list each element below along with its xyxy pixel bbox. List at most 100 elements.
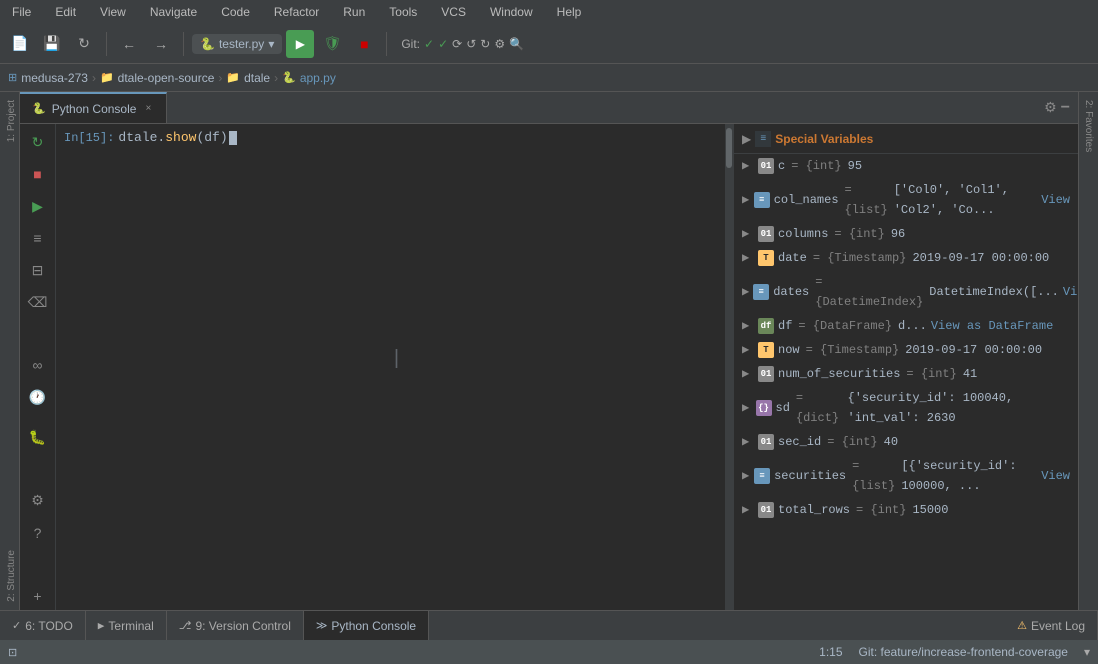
minimize-icon[interactable]: −: [1061, 100, 1070, 116]
panel-label-favorites[interactable]: 2: Favorites: [1081, 92, 1096, 160]
back-button[interactable]: ←: [115, 30, 143, 58]
git-update-icon[interactable]: ⟳: [452, 37, 462, 51]
expand-icon[interactable]: ▶: [742, 432, 754, 452]
menu-view[interactable]: View: [96, 3, 130, 21]
terminal-tab[interactable]: ▶ Terminal: [86, 611, 167, 640]
python-console-tab[interactable]: 🐍 Python Console ×: [20, 92, 167, 123]
run-config-selector[interactable]: 🐍 tester.py ▾: [192, 34, 282, 54]
var-type-icon: ≡: [754, 192, 770, 208]
refresh-button[interactable]: ↻: [70, 30, 98, 58]
menu-file[interactable]: File: [8, 3, 35, 21]
expand-icon[interactable]: ▶: [742, 190, 750, 210]
save-button[interactable]: 💾: [38, 30, 66, 58]
menu-tools[interactable]: Tools: [385, 3, 421, 21]
settings2-button[interactable]: ⚙: [24, 487, 52, 515]
lf-indicator: ⊡: [8, 646, 17, 659]
expand-icon[interactable]: ▶: [742, 466, 750, 486]
git-check-icon-1[interactable]: ✓: [424, 37, 434, 51]
breadcrumb-file[interactable]: app.py: [300, 71, 336, 85]
run-console-button[interactable]: ▶: [24, 192, 52, 220]
var-value: 41: [963, 364, 977, 384]
breadcrumb-sep-3: ›: [274, 71, 278, 85]
view-variable-link[interactable]: View: [1041, 190, 1070, 210]
expand-icon[interactable]: ▶: [742, 364, 754, 384]
menu-vcs[interactable]: VCS: [437, 3, 470, 21]
stop-button[interactable]: ■: [350, 30, 378, 58]
code-prefix: dtale.: [118, 128, 165, 148]
menu-navigate[interactable]: Navigate: [146, 3, 201, 21]
warning-icon: ⚠: [1017, 619, 1027, 632]
run-button[interactable]: ▶: [286, 30, 314, 58]
variable-row: ▶ ≡ securities = {list} [{'security_id':…: [734, 454, 1078, 498]
panel-label-project[interactable]: 1: Project: [0, 92, 19, 150]
view-variable-link[interactable]: View as DataFrame: [931, 316, 1053, 336]
console-icon-bar: ↻ ■ ▶ ≡ ⊟ ⌫ ∞ 🕐 🐛 ⚙ ? +: [20, 124, 56, 610]
show-vars-button[interactable]: ≡: [24, 224, 52, 252]
add-button[interactable]: +: [24, 582, 52, 610]
time-button[interactable]: 🕐: [24, 383, 52, 411]
menu-code[interactable]: Code: [217, 3, 254, 21]
var-type-label: = {dict}: [796, 388, 842, 428]
scrollbar-thumb[interactable]: [726, 128, 732, 168]
git-settings-icon[interactable]: ⚙: [494, 37, 505, 51]
expand-icon[interactable]: ▶: [742, 398, 752, 418]
menu-refactor[interactable]: Refactor: [270, 3, 323, 21]
variable-row: ▶ 01 c = {int} 95: [734, 154, 1078, 178]
new-file-button[interactable]: 📄: [6, 30, 34, 58]
help-button[interactable]: ?: [24, 519, 52, 547]
view-variable-link[interactable]: View: [1063, 282, 1078, 302]
tab-close-button[interactable]: ×: [142, 102, 154, 115]
git-check-icon-2[interactable]: ✓: [438, 37, 448, 51]
event-log-tab[interactable]: ⚠ Event Log: [1005, 611, 1098, 640]
variables-panel: ▶ ≡ Special Variables ▶ 01 c = {int} 95 …: [733, 124, 1078, 610]
i-beam-cursor: |: [391, 348, 403, 371]
breadcrumb-folder-2[interactable]: dtale: [244, 71, 270, 85]
var-name: total_rows: [778, 500, 850, 520]
var-name: c: [778, 156, 785, 176]
git-redo-icon[interactable]: ↻: [480, 37, 490, 51]
branch-dropdown-icon[interactable]: ▾: [1084, 645, 1090, 659]
git-branch[interactable]: Git: feature/increase-frontend-coverage: [859, 645, 1068, 659]
breadcrumb-server[interactable]: medusa-273: [21, 71, 88, 85]
todo-tab[interactable]: ✓ 6: TODO: [0, 611, 86, 640]
restart-console-button[interactable]: ↻: [24, 128, 52, 156]
git-search-icon[interactable]: 🔍: [509, 37, 524, 51]
git-undo-icon[interactable]: ↺: [466, 37, 476, 51]
infinity-button[interactable]: ∞: [24, 351, 52, 379]
tab-settings-area: ⚙ −: [1044, 99, 1078, 116]
var-type-icon: df: [758, 318, 774, 334]
expand-icon[interactable]: ▶: [742, 340, 754, 360]
event-log-label: Event Log: [1031, 619, 1085, 633]
expand-icon[interactable]: ▶: [742, 248, 754, 268]
settings-icon[interactable]: ⚙: [1044, 99, 1057, 116]
expand-icon[interactable]: ▶: [742, 282, 749, 302]
expand-icon[interactable]: ▶: [742, 500, 754, 520]
panel-label-structure[interactable]: 2: Structure: [0, 542, 19, 610]
expand-all-icon[interactable]: ▶: [742, 132, 751, 146]
stop-console-button[interactable]: ■: [24, 160, 52, 188]
var-name: num_of_securities: [778, 364, 900, 384]
expand-icon[interactable]: ▶: [742, 316, 754, 336]
clear-button[interactable]: ⌫: [24, 288, 52, 316]
toolbar-separator-2: [183, 32, 184, 56]
history-button[interactable]: ⊟: [24, 256, 52, 284]
menu-edit[interactable]: Edit: [51, 3, 80, 21]
expand-icon[interactable]: ▶: [742, 224, 754, 244]
coverage-button[interactable]: 🛡: [318, 30, 346, 58]
toolbar: 📄 💾 ↻ ← → 🐍 tester.py ▾ ▶ 🛡 ■ Git: ✓ ✓ ⟳…: [0, 24, 1098, 64]
console-input-area[interactable]: In[15]: dtale.show(df) |: [56, 124, 725, 610]
forward-button[interactable]: →: [147, 30, 175, 58]
var-value: DatetimeIndex([...: [929, 282, 1059, 302]
expand-icon[interactable]: ▶: [742, 156, 754, 176]
version-control-tab[interactable]: ⎇ 9: Version Control: [167, 611, 304, 640]
menu-help[interactable]: Help: [553, 3, 586, 21]
variable-row: ▶ 01 sec_id = {int} 40: [734, 430, 1078, 454]
console-scrollbar[interactable]: [725, 124, 733, 610]
menu-window[interactable]: Window: [486, 3, 537, 21]
python-console-bottom-tab[interactable]: ≫ Python Console: [304, 611, 429, 640]
menu-run[interactable]: Run: [339, 3, 369, 21]
view-variable-link[interactable]: View: [1041, 466, 1070, 486]
breadcrumb-folder-icon-1: 📁: [100, 71, 114, 84]
debug-button[interactable]: 🐛: [24, 423, 52, 451]
breadcrumb-folder-1[interactable]: dtale-open-source: [118, 71, 215, 85]
